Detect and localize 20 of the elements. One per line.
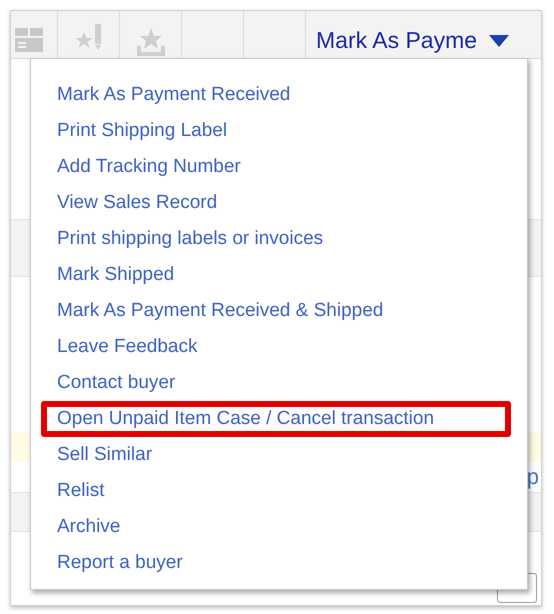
menu-item[interactable]: Open Unpaid Item Case / Cancel transaction [41, 401, 511, 437]
menu-item[interactable]: Print Shipping Label [41, 113, 511, 149]
menu-item[interactable]: Archive [41, 509, 511, 545]
menu-item[interactable]: Contact buyer [41, 365, 511, 401]
package-icon[interactable] [13, 26, 45, 54]
menu-item[interactable]: View Sales Record [41, 185, 511, 221]
menu-item[interactable]: Sell Similar [41, 437, 511, 473]
star-pencil-icon[interactable] [74, 22, 102, 52]
menu-item[interactable]: Leave Feedback [41, 329, 511, 365]
action-dropdown[interactable]: Mark As Payme [316, 29, 510, 52]
caret-icon [489, 34, 510, 46]
link-text[interactable]: p [526, 466, 539, 488]
menu-item[interactable]: Mark As Payment Received & Shipped [41, 293, 511, 329]
menu-item[interactable]: Report a buyer [41, 545, 511, 581]
menu-item[interactable]: Relist [41, 473, 511, 509]
menu-item[interactable]: Mark As Payment Received [41, 77, 511, 113]
star-tray-icon[interactable] [134, 26, 166, 58]
menu-item[interactable]: Mark Shipped [41, 257, 511, 293]
menu-item[interactable]: Add Tracking Number [41, 149, 511, 185]
menu-item[interactable]: Print shipping labels or invoices [41, 221, 511, 257]
